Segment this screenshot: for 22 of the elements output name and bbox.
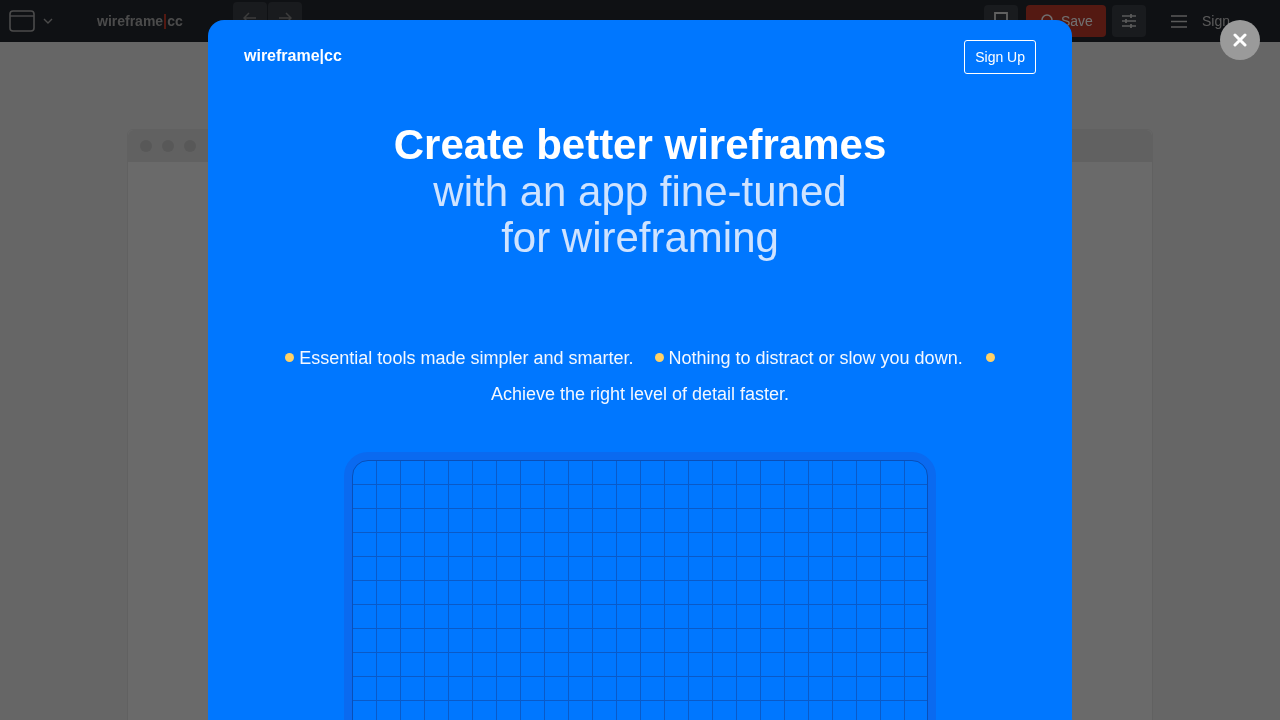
subtitle: for wireframing: [500, 215, 780, 261]
logo-text: cc: [167, 13, 183, 29]
feature-text: Achieve the right level of detail faster.: [489, 382, 791, 406]
feature-text: Essential tools made simpler and smarter.: [299, 346, 634, 370]
settings-button[interactable]: [1111, 5, 1146, 37]
chevron-down-icon[interactable]: [43, 18, 53, 24]
modal-logo: wireframe|cc: [244, 47, 342, 65]
sign-up-button[interactable]: Sign Up: [964, 40, 1036, 74]
bullet-dot: [985, 352, 995, 362]
headline: Create better wireframes: [392, 121, 888, 169]
window-icon[interactable]: [9, 10, 35, 32]
subtitle: with an app fine-tuned: [432, 169, 848, 215]
feature-text: Nothing to distract or slow you down.: [668, 346, 963, 370]
bullet-dot: [654, 353, 664, 362]
sliders-icon: [1120, 13, 1137, 29]
menu-icon[interactable]: [1170, 14, 1187, 28]
logo-divider: [164, 13, 167, 29]
sign-up-link[interactable]: Sign: [1201, 13, 1230, 29]
logo-text: wireframe: [97, 13, 164, 29]
close-icon: [1233, 33, 1247, 47]
bullet-dot: [285, 353, 295, 362]
comment-icon: [993, 12, 1008, 20]
